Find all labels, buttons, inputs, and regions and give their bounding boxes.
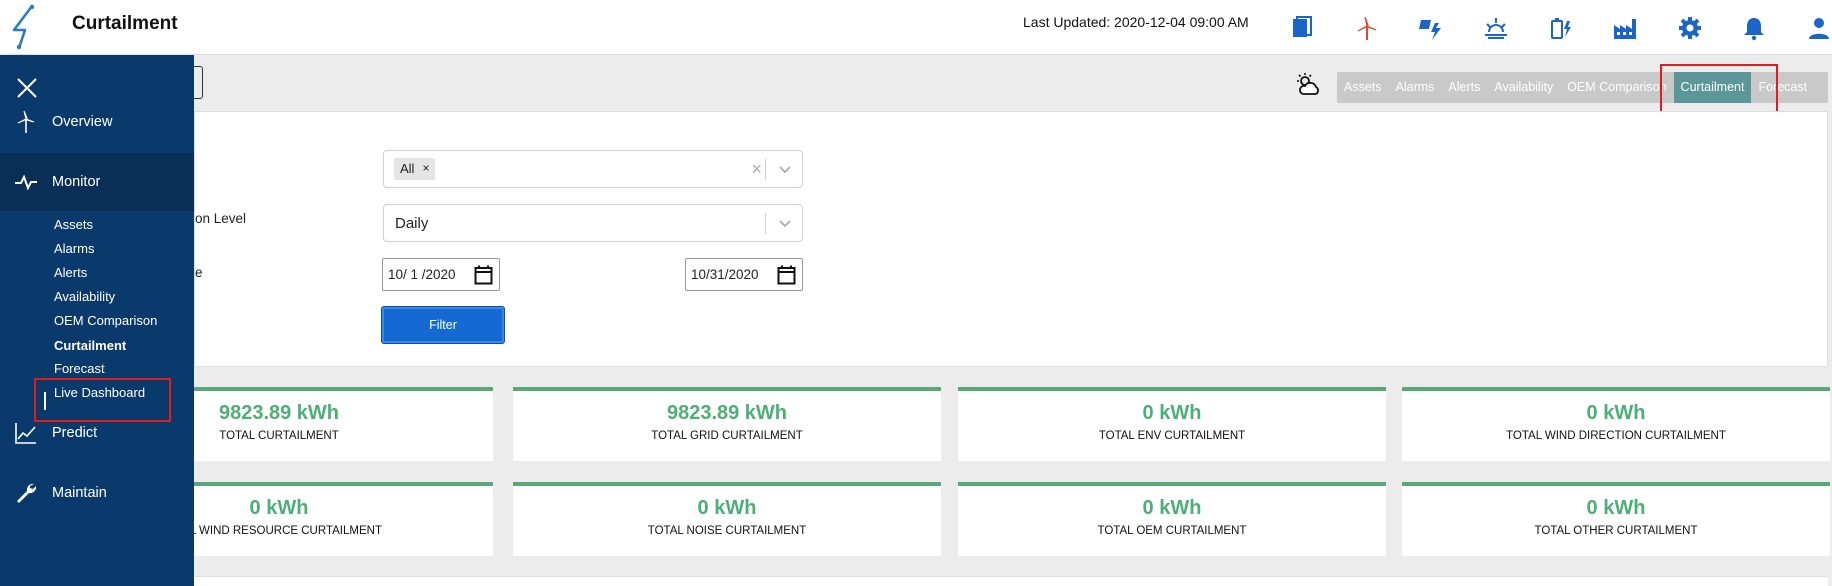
document-icon[interactable] [1270, 8, 1335, 48]
kpi-card-env-curtailment: 0 kWh TOTAL ENV CURTAILMENT [958, 387, 1386, 461]
sidebar-subitem-assets[interactable]: Assets [54, 217, 93, 232]
asset-chip: All × [394, 158, 436, 180]
solar-power-icon[interactable] [1399, 8, 1464, 48]
lightning-logo-icon[interactable] [6, 4, 42, 50]
sidebar-item-maintain[interactable]: Maintain [0, 464, 194, 522]
start-date-input[interactable]: 10/ 1 /2020 [382, 258, 500, 291]
kpi-card-oem-curtailment: 0 kWh TOTAL OEM CURTAILMENT [958, 482, 1386, 556]
tab-alarms[interactable]: Alarms [1389, 72, 1442, 103]
gear-icon[interactable] [1658, 8, 1723, 48]
aggregation-level-select[interactable]: Daily [383, 204, 803, 242]
tab-availability[interactable]: Availability [1487, 72, 1560, 103]
asset-multiselect[interactable]: All × × [383, 150, 803, 188]
clear-icon[interactable]: × [751, 159, 762, 180]
wrench-icon [14, 481, 38, 505]
kpi-value: 0 kWh [1142, 402, 1202, 424]
sidebar-subitem-curtailment[interactable]: Curtailment [54, 338, 126, 353]
last-updated-text: Last Updated: 2020-12-04 09:00 AM [1023, 14, 1249, 30]
app-title: Curtailment [72, 13, 178, 34]
sunset-icon[interactable] [1464, 8, 1529, 48]
kpi-card-other-curtailment: 0 kWh TOTAL OTHER CURTAILMENT [1402, 482, 1830, 556]
kpi-caption: TOTAL WIND DIRECTION CURTAILMENT [1506, 430, 1726, 442]
kpi-value: 0 kWh [1142, 497, 1202, 519]
wind-turbine-icon [14, 110, 38, 134]
top-icon-toolbar [1270, 8, 1832, 48]
sidebar-subitem-forecast[interactable]: Forecast [54, 361, 105, 376]
sidebar-item-label: Overview [52, 114, 113, 130]
sidebar-subitem-alarms[interactable]: Alarms [54, 241, 94, 256]
kpi-caption: TOTAL GRID CURTAILMENT [651, 430, 803, 442]
kpi-caption: TOTAL NOISE CURTAILMENT [647, 525, 807, 537]
sidebar-item-overview[interactable]: Overview [0, 93, 194, 151]
chevron-down-icon[interactable] [777, 161, 793, 177]
select-divider [765, 213, 766, 234]
kpi-value: 9823.89 kWh [666, 402, 788, 424]
sidebar-subitem-oem-comparison[interactable]: OEM Comparison [54, 313, 157, 328]
filter-panel: on Level e All × × Daily 10/ 1 /2020 10/… [194, 111, 1828, 367]
chip-remove-icon[interactable]: × [422, 161, 429, 177]
top-header: Curtailment Last Updated: 2020-12-04 09:… [0, 0, 1832, 55]
kpi-card-noise-curtailment: 0 kWh TOTAL NOISE CURTAILMENT [513, 482, 941, 556]
factory-icon[interactable] [1593, 8, 1658, 48]
aggregation-level-label: on Level [195, 211, 247, 226]
sidebar: Overview Monitor Assets Alarms Alerts Av… [0, 55, 194, 586]
calendar-icon[interactable] [777, 265, 796, 285]
highlight-sidebar-curtailment [34, 378, 171, 422]
sidebar-subitem-availability[interactable]: Availability [54, 289, 115, 304]
calendar-icon[interactable] [474, 265, 493, 285]
tab-assets[interactable]: Assets [1337, 72, 1389, 103]
filter-button[interactable]: Filter [382, 307, 504, 343]
chip-label: All [400, 161, 415, 176]
user-icon[interactable] [1787, 8, 1832, 48]
battery-charging-icon[interactable] [1528, 8, 1593, 48]
wind-turbine-icon[interactable] [1335, 8, 1400, 48]
kpi-card-grid-curtailment: 9823.89 kWh TOTAL GRID CURTAILMENT [513, 387, 941, 461]
partly-cloudy-icon[interactable] [1296, 72, 1322, 98]
kpi-card-wind-direction-curtailment: 0 kWh TOTAL WIND DIRECTION CURTAILMENT [1402, 387, 1830, 461]
sidebar-subitem-alerts[interactable]: Alerts [54, 265, 87, 280]
kpi-value: 0 kWh [1586, 497, 1646, 519]
tab-oem-comparison[interactable]: OEM Comparison [1560, 72, 1673, 103]
sidebar-item-label: Predict [52, 425, 98, 441]
tab-alerts[interactable]: Alerts [1441, 72, 1487, 103]
selected-value: Daily [395, 215, 429, 232]
sidebar-item-label: Maintain [52, 485, 107, 501]
kpi-caption: TOTAL OTHER CURTAILMENT [1534, 525, 1698, 537]
start-date-value: 10/ 1 /2020 [388, 267, 456, 282]
kpi-value: 0 kWh [697, 497, 757, 519]
date-range-label: e [195, 265, 203, 280]
select-divider [765, 159, 766, 180]
bell-icon[interactable] [1722, 8, 1787, 48]
pulse-icon [14, 170, 38, 194]
sidebar-item-monitor[interactable]: Monitor [0, 153, 194, 211]
end-date-value: 10/31/2020 [691, 267, 759, 282]
kpi-value: 0 kWh [1586, 402, 1646, 424]
lower-panel-edge [194, 576, 1828, 586]
line-chart-icon [14, 421, 38, 445]
sidebar-item-label: Monitor [52, 174, 101, 190]
end-date-input[interactable]: 10/31/2020 [685, 258, 803, 291]
kpi-caption: TOTAL OEM CURTAILMENT [1097, 525, 1247, 537]
kpi-caption: TOTAL ENV CURTAILMENT [1098, 430, 1246, 442]
highlight-tab-curtailment [1660, 64, 1778, 117]
chevron-down-icon[interactable] [777, 215, 793, 231]
